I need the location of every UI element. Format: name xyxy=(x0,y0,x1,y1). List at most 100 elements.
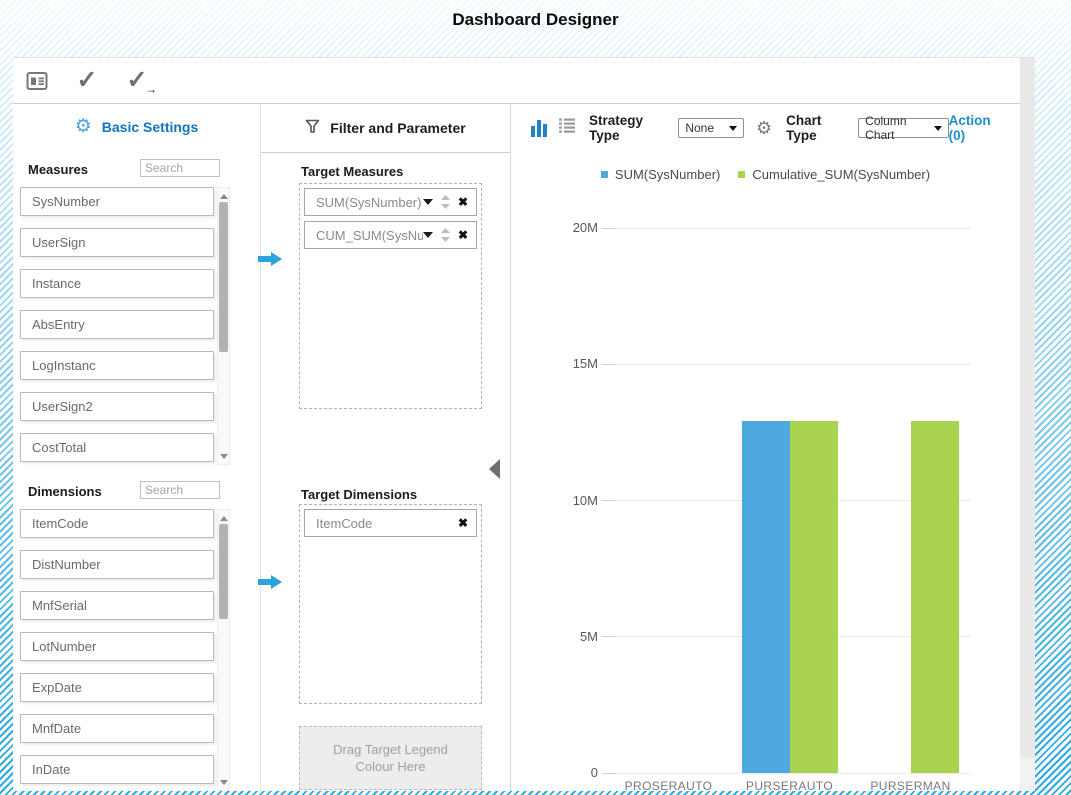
target-measure-item[interactable]: SUM(SysNumber)✖ xyxy=(304,188,477,216)
target-dimensions-dropzone[interactable]: ItemCode✖ xyxy=(299,504,482,704)
list-item-distnumber[interactable]: DistNumber xyxy=(20,550,214,579)
dashboard-designer-page: Dashboard Designer ✓ ✓ → xyxy=(0,0,1071,795)
basic-settings-label: Basic Settings xyxy=(102,119,198,135)
scroll-up-icon[interactable] xyxy=(218,190,229,202)
list-icon[interactable] xyxy=(559,118,575,138)
column-chart-icon[interactable] xyxy=(531,120,547,137)
toolbar: ✓ ✓ → xyxy=(13,58,1020,104)
action-link[interactable]: Action (0) xyxy=(949,113,1006,143)
y-tick-label: 15M xyxy=(546,356,598,371)
chevron-down-icon[interactable] xyxy=(423,199,433,205)
axis-tick xyxy=(602,364,616,365)
legend-entry: SUM(SysNumber) xyxy=(601,167,720,182)
chart-type-label: Chart Type xyxy=(786,113,850,143)
dimensions-list: ItemCode DistNumber MnfSerial LotNumber ExpD… xyxy=(20,509,230,791)
axis-tick xyxy=(602,500,616,501)
axis-tick xyxy=(602,773,616,774)
list-item-lotnumber[interactable]: LotNumber xyxy=(20,632,214,661)
arrow-right-icon[interactable] xyxy=(258,574,284,595)
list-item-sysnumber[interactable]: SysNumber xyxy=(20,187,214,216)
dimensions-list-scrollbar[interactable] xyxy=(217,509,230,791)
x-tick-label: PURSERMAN xyxy=(846,779,976,793)
filter-parameter-label: Filter and Parameter xyxy=(330,120,465,136)
designer-window: ✓ ✓ → ⚙ Basic Settings Measures SysNumbe… xyxy=(13,57,1035,790)
gridline xyxy=(608,364,971,365)
basic-settings-header: ⚙ Basic Settings xyxy=(13,117,260,136)
chevron-down-icon xyxy=(729,126,737,131)
scroll-down-icon[interactable] xyxy=(218,450,229,462)
gridline xyxy=(608,228,971,229)
legend-colour-dropzone[interactable]: Drag Target Legend Colour Here xyxy=(299,726,482,790)
legend-label: SUM(SysNumber) xyxy=(615,167,720,182)
axis-tick xyxy=(602,636,616,637)
target-measures-label: Target Measures xyxy=(301,164,403,179)
form-icon[interactable] xyxy=(23,67,51,95)
move-vertical-icon[interactable] xyxy=(441,195,450,209)
axis-tick xyxy=(602,228,616,229)
target-dimension-item[interactable]: ItemCode✖ xyxy=(304,509,477,537)
chevron-down-icon[interactable] xyxy=(423,232,433,238)
chart-panel: Strategy Type None ⚙ Chart Type Column C… xyxy=(510,104,1020,791)
list-item-costtotal[interactable]: CostTotal xyxy=(20,433,214,462)
chart-type-select[interactable]: Column Chart xyxy=(858,118,948,138)
chevron-down-icon xyxy=(934,126,942,131)
chart-plot: 05M10M15M20MPROSERAUTOPURSERAUTOPURSERMA… xyxy=(608,228,971,773)
list-item-mnfdate[interactable]: MnfDate xyxy=(20,714,214,743)
basic-settings-panel: ⚙ Basic Settings Measures SysNumberUserS… xyxy=(13,104,260,791)
filter-parameter-header: Filter and Parameter xyxy=(261,104,510,153)
filter-parameter-panel: Filter and Parameter Target Measures SUM… xyxy=(260,104,510,791)
chart-controls: Strategy Type None ⚙ Chart Type Column C… xyxy=(511,116,1020,140)
move-vertical-icon[interactable] xyxy=(441,228,450,242)
chart-type-value: Column Chart xyxy=(865,114,933,142)
remove-icon[interactable]: ✖ xyxy=(458,516,468,530)
measures-search-input[interactable] xyxy=(140,159,220,177)
remove-icon[interactable]: ✖ xyxy=(458,195,468,209)
list-item-absentry[interactable]: AbsEntry xyxy=(20,310,214,339)
list-item-expdate[interactable]: ExpDate xyxy=(20,673,214,702)
scroll-up-icon[interactable] xyxy=(218,512,229,524)
scrollbar-thumb[interactable] xyxy=(219,524,228,619)
list-item-loginstanc[interactable]: LogInstanc xyxy=(20,351,214,380)
bar-sum-purserauto[interactable] xyxy=(742,421,790,773)
dimensions-search-input[interactable] xyxy=(140,481,220,499)
chart-legend: SUM(SysNumber) Cumulative_SUM(SysNumber) xyxy=(511,167,1020,182)
y-tick-label: 0 xyxy=(546,765,598,780)
strategy-type-select[interactable]: None xyxy=(678,118,744,138)
legend-entry: Cumulative_SUM(SysNumber) xyxy=(738,167,930,182)
check-icon[interactable]: ✓ xyxy=(73,67,101,95)
bar-cumulative-purserman[interactable] xyxy=(911,421,959,773)
strategy-type-label: Strategy Type xyxy=(589,113,670,143)
gear-icon[interactable]: ⚙ xyxy=(756,119,772,137)
legend-label: Cumulative_SUM(SysNumber) xyxy=(752,167,930,182)
target-measure-label: CUM_SUM(SysNu... xyxy=(316,228,423,243)
y-tick-label: 20M xyxy=(546,220,598,235)
target-measures-dropzone[interactable]: SUM(SysNumber)✖ CUM_SUM(SysNu... ✖ xyxy=(299,183,482,409)
list-item-mnfserial[interactable]: MnfSerial xyxy=(20,591,214,620)
window-scrollbar[interactable] xyxy=(1020,58,1035,791)
x-tick-label: PROSERAUTO xyxy=(604,779,734,793)
list-item-usersign2[interactable]: UserSign2 xyxy=(20,392,214,421)
target-measure-item[interactable]: CUM_SUM(SysNu... ✖ xyxy=(304,221,477,249)
target-dimension-label: ItemCode xyxy=(316,516,458,531)
y-tick-label: 5M xyxy=(546,629,598,644)
scrollbar-thumb[interactable] xyxy=(219,202,228,352)
measures-list-scrollbar[interactable] xyxy=(217,187,230,465)
gear-icon: ⚙ xyxy=(75,117,92,136)
target-dimensions-label: Target Dimensions xyxy=(301,487,417,502)
page-title: Dashboard Designer xyxy=(0,10,1071,30)
list-item-instance[interactable]: Instance xyxy=(20,269,214,298)
list-item-itemcode[interactable]: ItemCode xyxy=(20,509,214,538)
list-item-usersign[interactable]: UserSign xyxy=(20,228,214,257)
legend-swatch xyxy=(601,171,608,178)
y-tick-label: 10M xyxy=(546,493,598,508)
measures-list: SysNumber UserSign Instance AbsEntry LogInst… xyxy=(20,187,230,465)
strategy-type-value: None xyxy=(685,121,714,135)
funnel-icon xyxy=(305,119,320,137)
arrow-right-icon[interactable] xyxy=(258,251,284,272)
check-arrow-icon[interactable]: ✓ → xyxy=(123,67,151,95)
collapse-left-icon[interactable] xyxy=(489,459,500,479)
scroll-down-icon[interactable] xyxy=(218,776,229,788)
bar-cumulative-purserauto[interactable] xyxy=(790,421,838,773)
list-item-indate[interactable]: InDate xyxy=(20,755,214,784)
remove-icon[interactable]: ✖ xyxy=(458,228,468,242)
